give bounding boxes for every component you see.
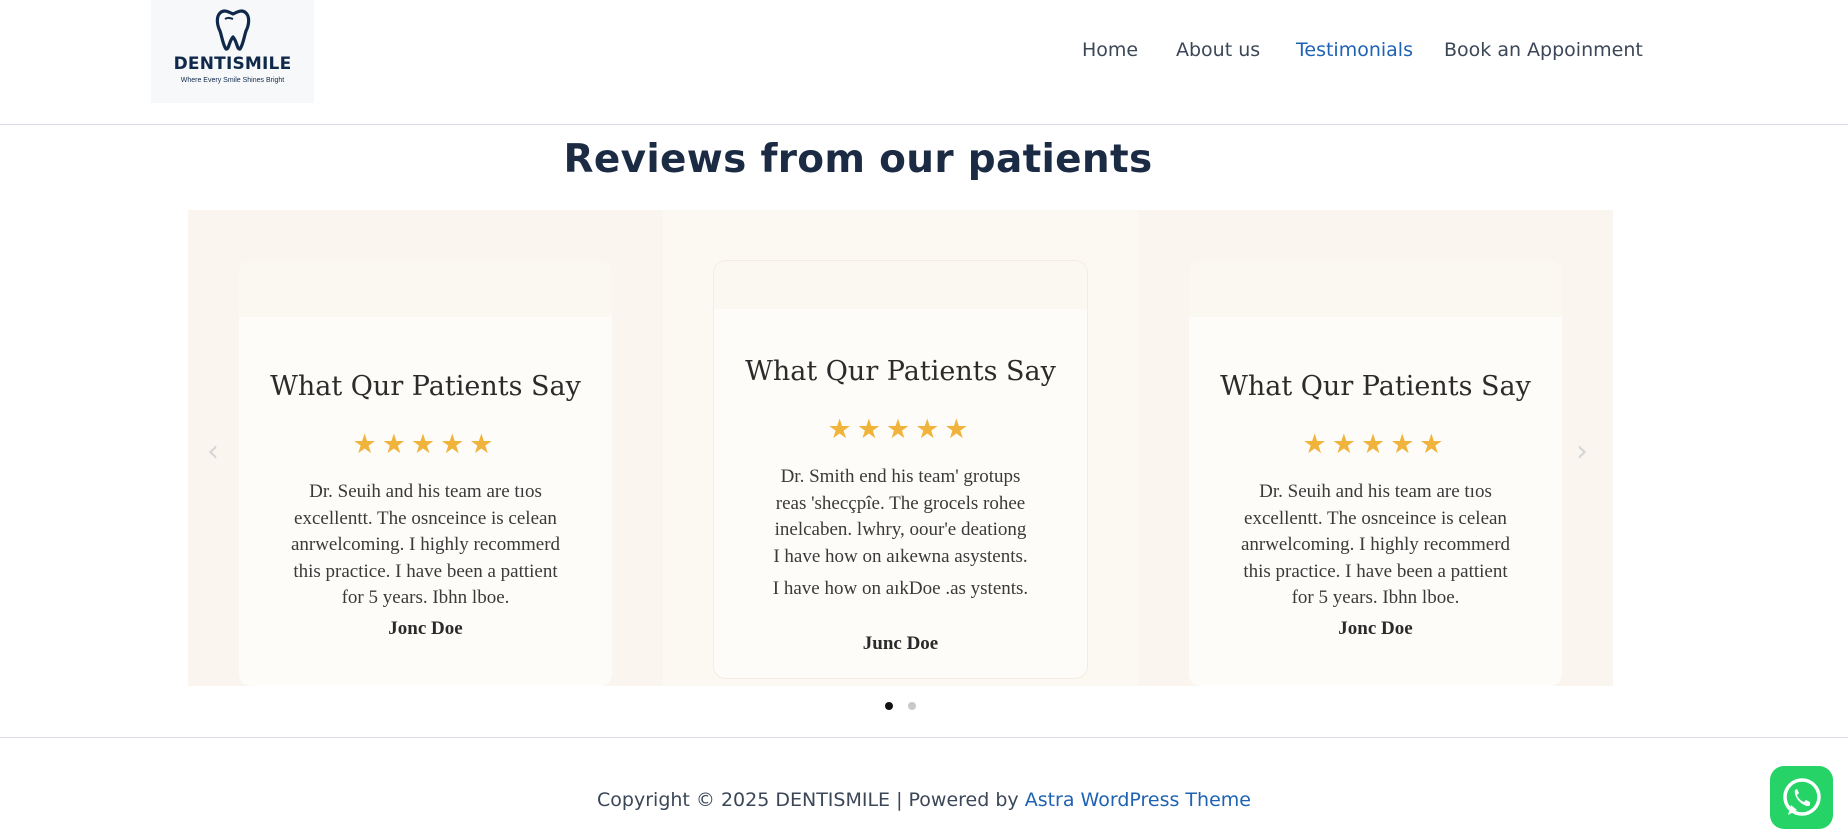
- section-title: Reviews from our patients: [563, 137, 1153, 182]
- whatsapp-button[interactable]: [1770, 766, 1833, 829]
- logo-tagline: Where Every Smile Shines Bright: [180, 77, 285, 84]
- star-rating: ★★★★★: [827, 414, 974, 444]
- star-rating: ★★★★★: [352, 429, 499, 459]
- testimonial-slider[interactable]: What Qur Patients Say ★★★★★ Dr. Seuih an…: [188, 210, 1613, 686]
- pagination-dot-2[interactable]: [908, 702, 916, 710]
- slide: What Qur Patients Say ★★★★★ Dr. Smith en…: [663, 210, 1138, 686]
- card-title: What Qur Patients Say: [745, 356, 1056, 387]
- site-logo[interactable]: DENTISMILE Where Every Smile Shines Brig…: [151, 0, 314, 103]
- slider-pagination: [885, 702, 916, 710]
- footer-divider: [0, 737, 1848, 738]
- slide: What Qur Patients Say ★★★★★ Dr. Seuih an…: [188, 210, 663, 686]
- nav-about-us[interactable]: About us: [1176, 39, 1260, 61]
- testimonial-quote: Dr. Seuih and his team are tıos excellen…: [1240, 481, 1511, 608]
- nav-home[interactable]: Home: [1082, 39, 1138, 61]
- testimonial-quote: Dr. Smith end his team' grotups reas 'sh…: [772, 466, 1029, 599]
- testimonial-author: Junc Doe: [862, 633, 939, 654]
- copyright-text: Copyright © 2025 DENTISMILE | Powered by: [597, 789, 1025, 811]
- pagination-dot-1[interactable]: [885, 702, 893, 710]
- logo-name: DENTISMILE: [173, 54, 292, 74]
- testimonial-card: What Qur Patients Say ★★★★★ Dr. Seuih an…: [239, 261, 612, 686]
- site-header: DENTISMILE Where Every Smile Shines Brig…: [0, 0, 1848, 125]
- nav-testimonials[interactable]: Testimonials: [1296, 39, 1413, 61]
- card-title: What Qur Patients Say: [1220, 371, 1531, 402]
- testimonial-author: Jonc Doe: [1338, 618, 1413, 639]
- testimonial-card: What Qur Patients Say ★★★★★ Dr. Smith en…: [714, 261, 1087, 678]
- chevron-right-icon[interactable]: ›: [1576, 434, 1588, 469]
- testimonial-author: Jonc Doe: [388, 618, 463, 639]
- slide: What Qur Patients Say ★★★★★ Dr. Seuih an…: [1138, 210, 1613, 686]
- testimonial-card: What Qur Patients Say ★★★★★ Dr. Seuih an…: [1189, 261, 1562, 686]
- chevron-left-icon[interactable]: ‹: [207, 434, 219, 469]
- tooth-icon: [215, 9, 250, 51]
- theme-link[interactable]: Astra WordPress Theme: [1025, 789, 1251, 811]
- star-rating: ★★★★★: [1302, 429, 1449, 459]
- card-title: What Qur Patients Say: [270, 371, 581, 402]
- site-footer: Copyright © 2025 DENTISMILE | Powered by…: [0, 789, 1848, 811]
- whatsapp-icon: [1782, 777, 1821, 816]
- testimonial-quote: Dr. Seuih and his team are tıos excellen…: [290, 481, 561, 608]
- nav-book-appointment[interactable]: Book an Appoinment: [1444, 39, 1643, 61]
